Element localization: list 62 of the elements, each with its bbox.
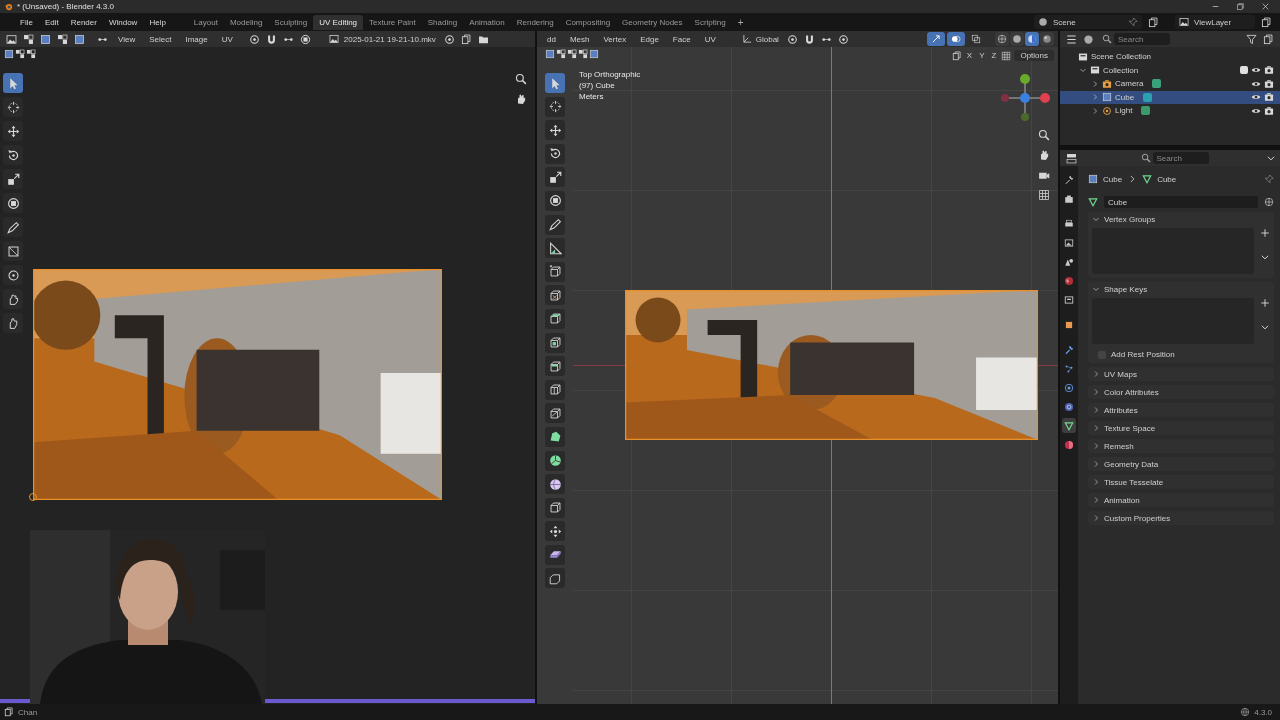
panel-header[interactable]: Attributes — [1088, 403, 1274, 417]
outliner-row[interactable]: Camera — [1060, 77, 1280, 91]
menu-item[interactable]: UV — [215, 34, 239, 44]
menu-item[interactable]: Face — [666, 34, 697, 44]
panel-header[interactable]: UV Maps — [1088, 367, 1274, 381]
panel-header[interactable]: Custom Properties — [1088, 511, 1274, 525]
axis-toggle[interactable]: Y — [977, 51, 987, 60]
workspace-tab[interactable]: Modeling — [223, 14, 269, 30]
workspace-tab[interactable]: Scripting — [688, 14, 732, 30]
menu-item[interactable]: dd — [541, 34, 562, 44]
menu-item[interactable]: File — [20, 17, 33, 27]
image-selector[interactable]: 2025-01-21 19-21-10.mkv — [324, 33, 440, 45]
panel-header[interactable]: Texture Space — [1088, 421, 1274, 435]
breadcrumb-item: Cube — [1103, 174, 1123, 184]
menu-item[interactable]: Vertex — [597, 34, 633, 44]
panel-header[interactable]: Shape Keys — [1088, 282, 1274, 296]
status-text: Chan — [18, 707, 38, 717]
outliner-row[interactable]: Light — [1060, 104, 1280, 118]
workspace-tab[interactable]: Texture Paint — [363, 14, 422, 30]
viewport-info: Meters — [579, 92, 605, 101]
menu-item[interactable]: Help — [149, 17, 166, 27]
view-layer-selector[interactable]: ViewLayer — [1175, 15, 1255, 29]
panel-header[interactable]: Geometry Data — [1088, 457, 1274, 471]
workspace-tab[interactable]: Shading — [421, 14, 464, 30]
menu-item[interactable]: Select — [143, 34, 178, 44]
menu-item[interactable]: Render — [70, 17, 97, 27]
workspace-tab[interactable]: Compositing — [559, 14, 617, 30]
orientation-selector[interactable]: Global — [737, 34, 783, 44]
menu-item[interactable]: UV — [698, 34, 722, 44]
panel-header[interactable]: Tissue Tesselate — [1088, 475, 1274, 489]
viewport-info: Top Orthographic — [579, 70, 641, 79]
viewport-info: (97) Cube — [579, 81, 616, 90]
menu-item[interactable]: Image — [179, 34, 214, 44]
workspace-tab[interactable]: Geometry Nodes — [616, 14, 689, 30]
axis-toggle[interactable]: Z — [989, 51, 999, 60]
panel-header[interactable]: Color Attributes — [1088, 385, 1274, 399]
search-field[interactable]: Search — [1114, 33, 1170, 45]
workspace-tab[interactable]: Rendering — [510, 14, 560, 30]
menu-item[interactable]: Mesh — [563, 34, 596, 44]
search-field[interactable]: Search — [1152, 152, 1209, 164]
add-workspace-button[interactable]: + — [737, 16, 744, 28]
breadcrumb-item: Cube — [1157, 174, 1177, 184]
options-dropdown[interactable]: Options — [1014, 50, 1054, 61]
workspace-tab[interactable]: Sculpting — [268, 14, 314, 30]
outliner-row[interactable]: Collection — [1060, 63, 1280, 77]
workspace-tab[interactable]: Animation — [463, 14, 511, 30]
name-field[interactable]: Cube — [1104, 196, 1258, 208]
workspace-tab[interactable]: Layout — [187, 14, 224, 30]
version-label: 4.3.0 — [1254, 707, 1272, 717]
outliner-row[interactable]: Scene Collection — [1060, 50, 1280, 64]
menu-item[interactable]: Edge — [634, 34, 665, 44]
scene-selector[interactable]: Scene — [1034, 15, 1142, 29]
panel-header[interactable]: Remesh — [1088, 439, 1274, 453]
window-title: * (Unsaved) - Blender 4.3.0 — [17, 2, 114, 11]
menu-item[interactable]: Window — [108, 17, 138, 27]
menu-item[interactable]: View — [112, 34, 142, 44]
panel-header[interactable]: Animation — [1088, 493, 1274, 507]
outliner-row[interactable]: Cube — [1060, 90, 1280, 104]
menu-item[interactable]: Edit — [44, 17, 59, 27]
workspace-tab[interactable]: UV Editing — [313, 14, 364, 30]
checkbox-label: Add Rest Position — [1111, 350, 1175, 359]
axis-toggle[interactable]: X — [964, 51, 975, 60]
